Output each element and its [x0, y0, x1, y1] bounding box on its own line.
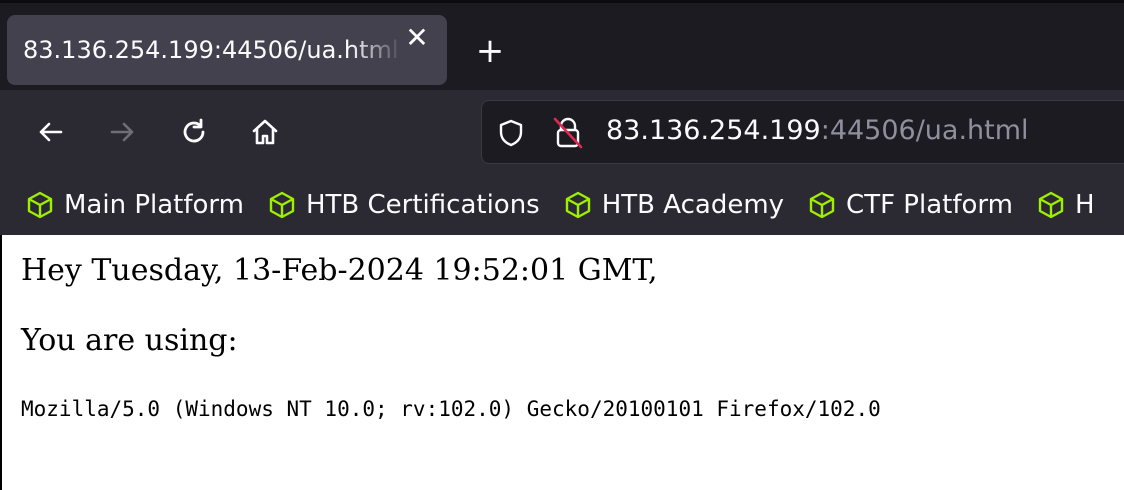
bookmark-label: CTF Platform [846, 190, 1013, 220]
url-host: 83.136.254.199 [606, 115, 821, 146]
tab-strip: 83.136.254.199:44506/ua.html ✕ + [0, 0, 1124, 90]
arrow-left-icon[interactable] [30, 112, 70, 152]
bookmark-label: HTB Academy [601, 190, 785, 220]
url-bar[interactable]: 83.136.254.199:44506/ua.html [481, 100, 1124, 164]
bookmark-label: HTB Certifications [305, 190, 540, 220]
home-icon[interactable] [245, 112, 285, 152]
insecure-lock-icon[interactable] [552, 116, 584, 150]
user-agent-text: Mozilla/5.0 (Windows NT 10.0; rv:102.0) … [21, 397, 881, 421]
greeting-text: Hey Tuesday, 13-Feb-2024 19:52:01 GMT, [21, 253, 658, 288]
page-content: Hey Tuesday, 13-Feb-2024 19:52:01 GMT, Y… [0, 235, 1124, 490]
bookmark-ctf-platform[interactable]: CTF Platform [808, 190, 1013, 220]
using-label: You are using: [21, 323, 238, 358]
cube-icon [27, 191, 53, 219]
close-icon[interactable]: ✕ [402, 23, 432, 53]
tab-ua-html[interactable]: 83.136.254.199:44506/ua.html [7, 15, 447, 85]
cube-icon [269, 191, 295, 219]
cube-icon [565, 191, 590, 219]
bookmark-label: Main Platform [64, 190, 244, 220]
arrow-right-icon[interactable] [103, 112, 143, 152]
plus-icon[interactable]: + [472, 33, 508, 69]
navigation-toolbar: 83.136.254.199:44506/ua.html [0, 90, 1124, 175]
tab-title: 83.136.254.199:44506/ua.html [23, 36, 399, 64]
cube-icon [809, 191, 835, 219]
bookmarks-toolbar: Main Platform HTB Certifications HTB Aca… [0, 175, 1124, 235]
cube-icon [1038, 191, 1064, 219]
url-text[interactable]: 83.136.254.199:44506/ua.html [606, 115, 1029, 146]
url-path: :44506/ua.html [820, 115, 1029, 146]
bookmark-label: H [1074, 190, 1095, 220]
bookmark-htb-academy[interactable]: HTB Academy [564, 190, 784, 220]
reload-icon[interactable] [174, 112, 214, 152]
bookmark-main-platform[interactable]: Main Platform [26, 190, 244, 220]
shield-icon[interactable] [496, 118, 526, 148]
bookmark-htb-certifications[interactable]: HTB Certifications [268, 190, 540, 220]
bookmark-truncated[interactable]: H [1037, 190, 1095, 220]
